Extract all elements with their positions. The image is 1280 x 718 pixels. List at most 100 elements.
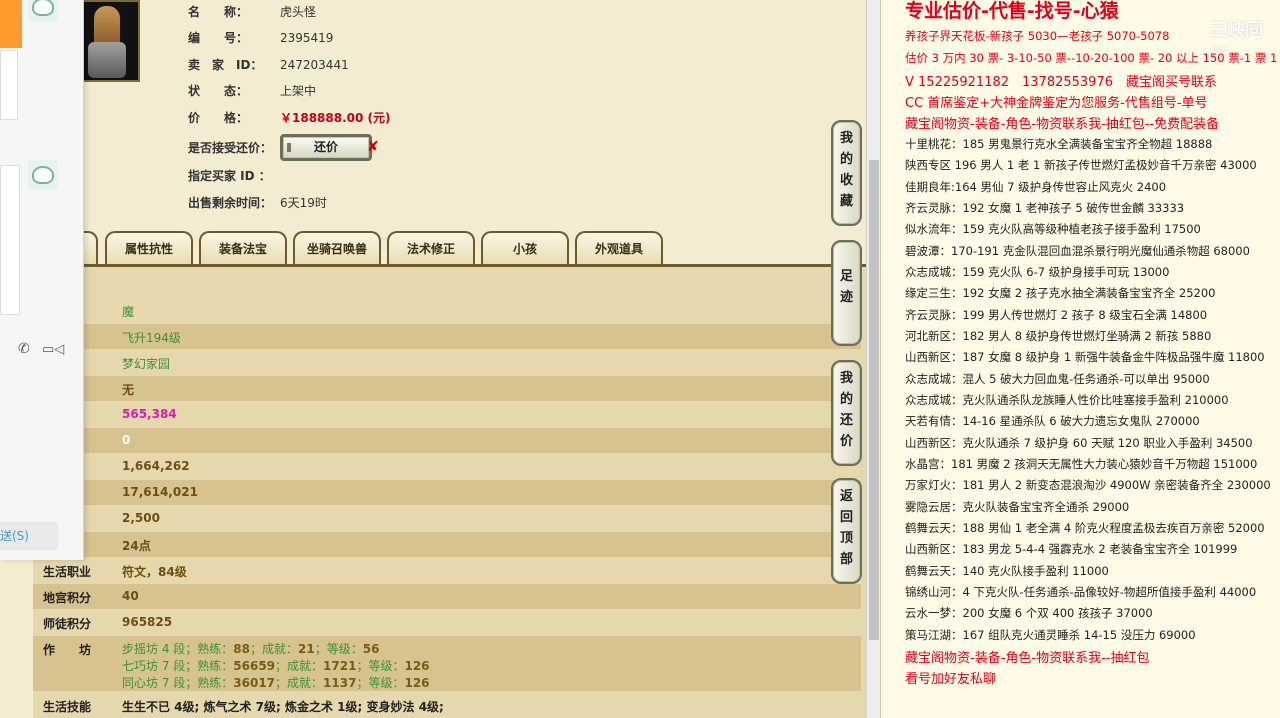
workshop-value: 36017	[233, 676, 276, 690]
workshop-value: 88	[233, 642, 250, 656]
chat-message-card[interactable]	[0, 165, 20, 315]
info-label: 编 号：	[188, 31, 249, 45]
list-item: 鹤舞云天：140 克火队接手盈利 11000	[905, 564, 1109, 578]
workshop-value: 1137	[323, 676, 357, 690]
row-value: 魔	[122, 305, 135, 319]
btn-char: 顶	[839, 531, 853, 546]
btn-char: 足	[839, 269, 853, 284]
btn-char: 部	[839, 552, 853, 567]
workshop-value: 21	[298, 642, 315, 656]
table-row: 献 17,614,021	[33, 480, 861, 505]
row-value: 24点	[122, 539, 151, 553]
list-item: 山西新区：克火队通杀 7 级护身 60 天赋 120 职业入手盈利 34500	[905, 436, 1253, 450]
list-item: 水晶宫：181 男魔 2 孩洞天无属性大力装心猿妙音千万物超 151000	[905, 457, 1258, 471]
list-item: 众志成城：克火队通杀队龙族睡人性价比哇塞接手盈利 210000	[905, 393, 1229, 407]
btn-char: 返	[839, 489, 853, 504]
listing-header: 名 称： 虎头怪 编 号： 2395419 卖 家 ID： 247203441 状 态…	[0, 0, 866, 232]
table-row: 地宫积分 40	[33, 584, 861, 609]
info-label: 出售剩余时间：	[188, 196, 273, 210]
row-value: 0	[122, 433, 131, 447]
notes-title: 专业估价-代售-找号-心猿	[905, 0, 1119, 22]
back-to-top-button[interactable]: 返 回 顶 部	[831, 478, 862, 584]
table-row: 生活技能 生生不已 4级; 炼气之术 7级; 炼金之术 1级; 变身妙法 4级;	[33, 693, 861, 718]
tab-children[interactable]: 小孩	[481, 231, 569, 265]
list-item: 山西新区：187 女魔 8 级护身 1 新强牛装备金牛阵极品强牛魔 11800	[905, 350, 1265, 364]
footprints-button[interactable]: 足 迹	[831, 240, 862, 346]
avatar-icon	[32, 0, 54, 16]
chat-banner	[0, 0, 22, 48]
list-item: 十里桃花：185 男鬼景行克水全满装备宝宝齐全物超 18888	[905, 137, 1213, 151]
row-value: 飞升194级	[122, 331, 181, 345]
my-favorites-button[interactable]: 我 的 收 藏	[831, 120, 862, 226]
btn-char: 我	[839, 371, 853, 386]
list-item: 天若有情：14-16 星通杀队 6 破大力遗忘女鬼队 270000	[905, 414, 1200, 428]
row-label: 作 坊	[43, 643, 92, 657]
list-item: 鹤舞云天：188 男仙 1 老全满 4 阶克火程度孟极去疾百万亲密 52000	[905, 521, 1265, 535]
info-label: 是否接受还价：	[188, 141, 273, 155]
workshop-name: 同心坊 7 段；	[122, 676, 198, 690]
info-label: 价 格：	[188, 111, 249, 125]
scrollbar-thumb[interactable]	[869, 160, 879, 640]
info-value: 2395419	[280, 31, 334, 45]
send-button[interactable]: 送(S)	[0, 522, 58, 550]
workshop-value: 56659	[233, 659, 276, 673]
table-row: 生活职业 符文，84级	[33, 558, 861, 583]
row-value: 符文，84级	[122, 565, 187, 579]
table-row: 炼 24点	[33, 532, 861, 557]
table-row: 金 565,384	[33, 402, 861, 427]
my-counter-offers-button[interactable]: 我 的 还 价	[831, 360, 862, 466]
list-item: 齐云灵脉：199 男人传世燃灯 2 孩子 8 级宝石全满 14800	[905, 308, 1208, 322]
workshop-line: 七巧坊 7 段；熟练：56659；成就：1721；等级：126	[122, 658, 430, 675]
workshop-value: 1721	[323, 659, 357, 673]
workshop-label: ；等级：	[356, 659, 405, 673]
info-value: 247203441	[280, 58, 349, 72]
info-remaining-time: 出售剩余时间： 6天19时	[188, 193, 327, 213]
avatar[interactable]	[28, 160, 58, 190]
list-item: 锦绣山河：4 下克火队-任务通杀-品像较好-物超所值接手盈利 44000	[905, 585, 1257, 599]
close-icon[interactable]: ✘	[367, 139, 379, 155]
workshop-value: 126	[404, 659, 430, 673]
chat-message-card[interactable]	[0, 50, 18, 120]
info-label: 卖 家 ID：	[188, 58, 263, 72]
workshop-value: 56	[362, 642, 380, 656]
btn-char: 回	[839, 510, 853, 525]
phone-icon[interactable]: ✆	[18, 341, 34, 357]
info-name: 名 称： 虎头怪	[188, 2, 316, 22]
avatar-icon	[32, 166, 54, 184]
avatar[interactable]	[28, 0, 58, 22]
info-label: 状 态：	[188, 84, 249, 98]
tab-attributes[interactable]: 属性抗性	[105, 231, 193, 265]
info-value: 6天19时	[280, 196, 327, 210]
list-item: 山西新区：183 男龙 5-4-4 强霹克水 2 老装备宝宝齐全 101999	[905, 542, 1238, 556]
counter-offer-button[interactable]: 还价	[280, 134, 372, 161]
workshop-line: 同心坊 7 段；熟练：36017；成就：1137；等级：126	[122, 675, 430, 692]
workshop-label: ；成就：	[249, 642, 298, 656]
row-label: 地宫积分	[43, 591, 92, 605]
row-value: 梦幻家园	[122, 357, 171, 371]
note-line: V 15225921182 13782553976 藏宝阁买号联系	[905, 75, 1217, 90]
tab-appearance[interactable]: 外观道具	[575, 231, 663, 265]
video-icon[interactable]: ▭◁	[42, 342, 64, 357]
btn-char: 收	[839, 173, 853, 188]
tab-spells[interactable]: 法术修正	[387, 231, 475, 265]
info-accept-counter: 是否接受还价：	[188, 138, 280, 158]
page-scrollbar[interactable]	[866, 0, 880, 718]
list-item: 众志成城：159 克火队 6-7 级护身接手可玩 13000	[905, 265, 1170, 279]
workshop-label: ；等级：	[356, 676, 405, 690]
notes-panel: 专业估价-代售-找号-心猿 三峡同行 养孩子界天花板-新孩子 5030—老孩子 …	[880, 0, 1280, 718]
note-line: CC 首席鉴定+大神金牌鉴定为您服务-代售组号-单号	[905, 96, 1208, 111]
table-row: 族 魔	[33, 298, 861, 323]
table-row: 戒 2,500	[33, 506, 861, 531]
workshop-lines: 步摇坊 4 段；熟练：88；成就：21；等级：56 七巧坊 7 段；熟练：566…	[122, 641, 430, 692]
list-item: 缘定三生：192 女魔 2 孩子克水抽全满装备宝宝齐全 25200	[905, 286, 1216, 300]
workshop-label: ；成就：	[275, 676, 324, 690]
list-item: 雾隐云居：克火队装备宝宝齐全通杀 29000	[905, 500, 1130, 514]
tab-mounts-pets[interactable]: 坐骑召唤兽	[293, 231, 381, 265]
workshop-name: 七巧坊 7 段；	[122, 659, 198, 673]
info-id: 编 号： 2395419	[188, 28, 333, 48]
list-item: 似水流年：159 克火队高等级种植老孩子接手盈利 17500	[905, 222, 1201, 236]
game-listing-page: 名 称： 虎头怪 编 号： 2395419 卖 家 ID： 247203441 状 态…	[0, 0, 866, 718]
row-value: 40	[122, 589, 139, 603]
list-item: 云水一梦：200 女魔 6 个双 400 孩孩子 37000	[905, 606, 1153, 620]
tab-equipment[interactable]: 装备法宝	[199, 231, 287, 265]
